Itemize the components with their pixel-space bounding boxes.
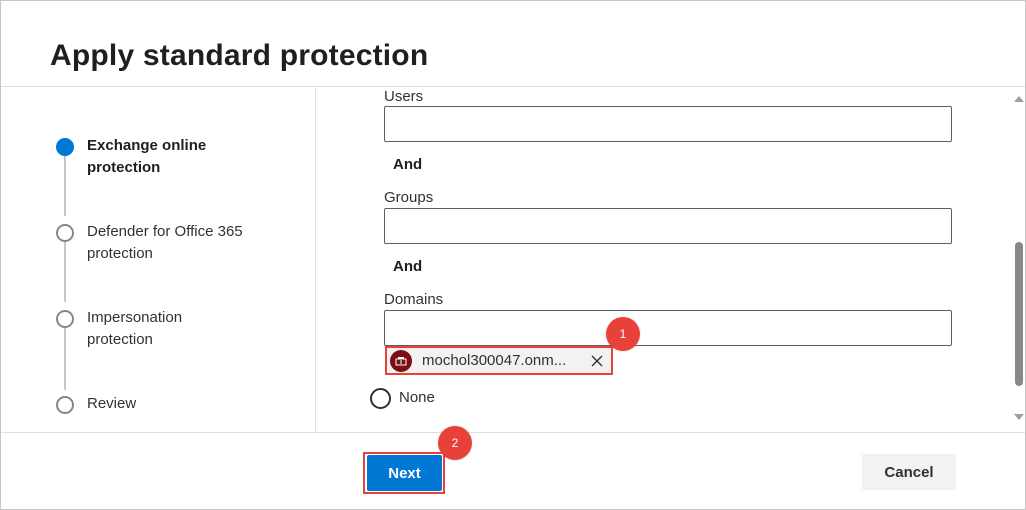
dialog: Apply standard protection Exchange onlin… bbox=[0, 0, 1026, 510]
users-input[interactable] bbox=[384, 106, 952, 142]
scroll-up-icon[interactable] bbox=[1014, 96, 1024, 102]
form-pane: Users And Groups And Domains mochol30004… bbox=[317, 88, 1009, 432]
step-indicator-impersonation bbox=[56, 310, 74, 328]
step-indicator-defender bbox=[56, 224, 74, 242]
cancel-button[interactable]: Cancel bbox=[862, 454, 956, 490]
domains-input[interactable] bbox=[384, 310, 952, 346]
step-connector bbox=[64, 242, 66, 302]
step-connector bbox=[64, 156, 66, 216]
scrollbar[interactable] bbox=[1010, 88, 1026, 432]
scroll-down-icon[interactable] bbox=[1014, 414, 1024, 420]
domain-icon bbox=[390, 349, 412, 372]
domains-label: Domains bbox=[384, 291, 444, 308]
step-label-impersonation[interactable]: Impersonation protection bbox=[87, 307, 217, 351]
dialog-title: Apply standard protection bbox=[50, 39, 429, 72]
groups-label: Groups bbox=[384, 189, 434, 206]
dialog-footer: 2 Next Cancel bbox=[1, 426, 1025, 510]
step-indicator-review bbox=[56, 396, 74, 414]
none-radio-label: None bbox=[399, 389, 435, 406]
domain-chip-label: mochol300047.onm... bbox=[422, 352, 567, 369]
users-label: Users bbox=[384, 88, 424, 105]
close-icon[interactable] bbox=[588, 352, 606, 370]
none-radio[interactable] bbox=[370, 388, 391, 409]
step-label-exchange[interactable]: Exchange online protection bbox=[87, 135, 247, 179]
and-label: And bbox=[393, 156, 423, 173]
step-connector bbox=[64, 328, 66, 390]
dialog-header: Apply standard protection bbox=[1, 1, 1025, 87]
scroll-thumb[interactable] bbox=[1015, 242, 1023, 386]
step-label-review[interactable]: Review bbox=[87, 393, 287, 415]
step-label-defender[interactable]: Defender for Office 365 protection bbox=[87, 221, 272, 265]
domain-chip[interactable]: mochol300047.onm... bbox=[385, 346, 613, 375]
wizard-steps: Exchange online protection Defender for … bbox=[1, 88, 316, 432]
annotation-badge: 1 bbox=[606, 317, 640, 351]
step-indicator-exchange bbox=[56, 138, 74, 156]
next-button[interactable]: Next bbox=[367, 455, 442, 491]
and-label: And bbox=[393, 258, 423, 275]
groups-input[interactable] bbox=[384, 208, 952, 244]
